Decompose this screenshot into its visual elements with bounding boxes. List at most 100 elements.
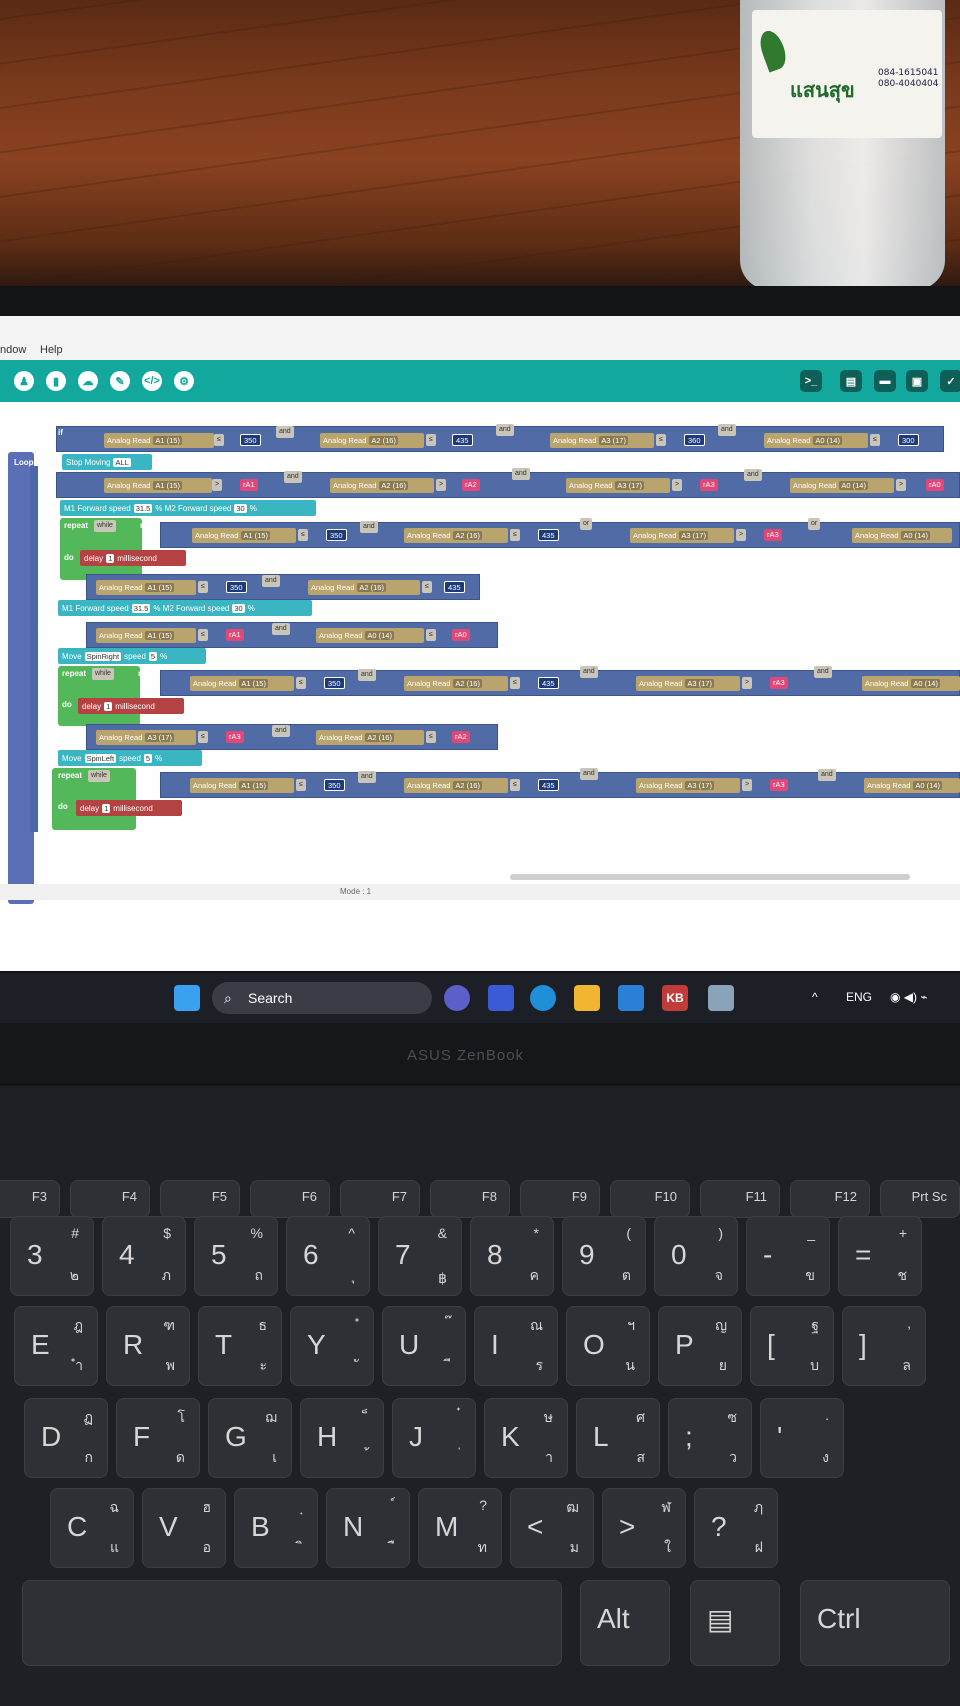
number-value[interactable]: 435 [452,434,473,446]
pin-icon[interactable]: ✎ [110,371,130,391]
compare-op[interactable]: ≤ [426,629,436,641]
or-op[interactable]: or [580,518,593,530]
key-top-9[interactable]: ], ล [842,1306,926,1386]
compare-op[interactable]: ≤ [870,434,880,446]
compare-op[interactable]: ≤ [510,529,520,541]
compare-op[interactable]: ≤ [426,434,436,446]
key-bottom-1[interactable]: V ฮอ [142,1488,226,1568]
key-top-7[interactable]: P ญย [658,1306,742,1386]
key-bottom-0[interactable]: C ฉแ [50,1488,134,1568]
key-num-7[interactable]: 0) จ [654,1216,738,1296]
analog-read-block[interactable]: Analog Read A3 (17) [636,676,740,691]
menu-help[interactable]: Help [40,344,63,356]
key-f7[interactable]: F7 [340,1180,420,1218]
key-f8[interactable]: F8 [430,1180,510,1218]
key-home-6[interactable]: L ศส [576,1398,660,1478]
key-top-6[interactable]: O ฯน [566,1306,650,1386]
key-f12[interactable]: F12 [790,1180,870,1218]
analog-read-block[interactable]: Analog Read A3 (17) [566,478,670,493]
check-icon[interactable]: ✓ [940,370,960,392]
motor-forward-block[interactable]: M1 Forward speed 31.5% M2 Forward speed 30… [60,500,316,516]
analog-read-block[interactable]: Analog Read A3 (17) [96,730,196,745]
chevron-up-icon[interactable]: ^ [812,990,818,1004]
analog-read-block[interactable]: Analog Read A3 (17) [636,778,740,793]
key-bottom-7[interactable]: ? ฦฝ [694,1488,778,1568]
and-op[interactable]: and [580,768,598,780]
document-icon[interactable]: ▤ [840,370,862,392]
key-home-1[interactable]: F โด [116,1398,200,1478]
code-icon[interactable]: </> [142,371,162,391]
and-op[interactable]: and [358,771,376,783]
compare-op[interactable]: > [672,479,683,491]
key-home-2[interactable]: G ฌเ [208,1398,292,1478]
and-op[interactable]: and [512,468,530,480]
search-box[interactable]: ⌕ Search [212,982,432,1014]
analog-read-block[interactable]: Analog Read A1 (15) [96,628,196,643]
variable[interactable]: rA3 [770,779,788,791]
analog-read-block[interactable]: Analog Read A1 (15) [190,778,294,793]
while-dropdown[interactable]: while [94,520,116,532]
analog-read-block[interactable]: Analog Read A2 (16) [404,778,508,793]
key-f4[interactable]: F4 [70,1180,150,1218]
analog-read-block[interactable]: Analog Read A1 (15) [190,676,294,691]
analog-read-block[interactable]: Analog Read A2 (16) [316,730,424,745]
language-indicator[interactable]: ENG [846,990,872,1004]
key-ctrl[interactable]: Ctrl [800,1580,950,1666]
analog-read-block[interactable]: Analog Read A0 (14) [316,628,424,643]
number-value[interactable]: 435 [444,581,465,593]
analog-read-block[interactable]: Analog Read A0 (14) [864,778,960,793]
compare-op[interactable]: > [896,479,907,491]
variable[interactable]: rA1 [240,479,258,491]
key-bottom-2[interactable]: Bฺิ [234,1488,318,1568]
variable[interactable]: rA0 [452,629,470,641]
file-explorer-icon[interactable] [574,985,600,1011]
compare-op[interactable]: ≤ [656,434,666,446]
or-op[interactable]: or [808,518,821,530]
compare-op[interactable]: ≤ [198,629,208,641]
variable[interactable]: rA2 [462,479,480,491]
key-f6[interactable]: F6 [250,1180,330,1218]
key-num-2[interactable]: 5% ถ [194,1216,278,1296]
analog-read-block[interactable]: Analog Read A0 (14) [764,433,868,448]
analog-read-block[interactable]: Analog Read A2 (16) [330,478,434,493]
motor-forward-block[interactable]: M1 Forward speed 31.5% M2 Forward speed 30… [58,600,312,616]
cloud-icon[interactable]: ☁ [78,371,98,391]
key-top-8[interactable]: [ฐบ [750,1306,834,1386]
analog-read-block[interactable]: Analog Read A1 (15) [104,433,214,448]
variable[interactable]: rA3 [226,731,244,743]
analog-read-block[interactable]: Analog Read A0 (14) [862,676,960,691]
key-bottom-5[interactable]: < ฒม [510,1488,594,1568]
edge-browser-icon[interactable] [530,985,556,1011]
network-volume-icon[interactable]: ◉ ◀) ⌁ [890,990,928,1004]
and-op[interactable]: and [744,469,762,481]
analog-read-block[interactable]: Analog Read A3 (17) [550,433,654,448]
app-icon[interactable] [488,985,514,1011]
folder-icon[interactable]: ▬ [874,370,896,392]
variable[interactable]: rA3 [700,479,718,491]
move-spinright-block[interactable]: Move SpinRight speed 5% [58,648,206,664]
and-op[interactable]: and [814,666,832,678]
compare-op[interactable]: ≤ [422,581,432,593]
number-value[interactable]: 360 [684,434,705,446]
horizontal-scrollbar[interactable] [510,874,910,880]
key-top-4[interactable]: U๊ี [382,1306,466,1386]
number-value[interactable]: 350 [324,779,345,791]
variable[interactable]: rA1 [226,629,244,641]
key-home-5[interactable]: K ษา [484,1398,568,1478]
compare-op[interactable]: ≤ [198,581,208,593]
key-f11[interactable]: F11 [700,1180,780,1218]
analog-read-block[interactable]: Analog Read A3 (17) [630,528,734,543]
number-value[interactable]: 350 [326,529,347,541]
compare-op[interactable]: > [736,529,747,541]
save-icon[interactable]: ▣ [906,370,928,392]
compare-op[interactable]: ≤ [296,677,306,689]
key-top-2[interactable]: T ธะ [198,1306,282,1386]
compare-op[interactable]: > [742,677,753,689]
and-op[interactable]: and [818,769,836,781]
key-num-6[interactable]: 9 (ต [562,1216,646,1296]
number-value[interactable]: 350 [324,677,345,689]
and-op[interactable]: and [272,725,290,737]
and-op[interactable]: and [496,424,514,436]
analog-read-block[interactable]: Analog Read A2 (16) [404,676,508,691]
key-num-4[interactable]: 7 & ฿ [378,1216,462,1296]
